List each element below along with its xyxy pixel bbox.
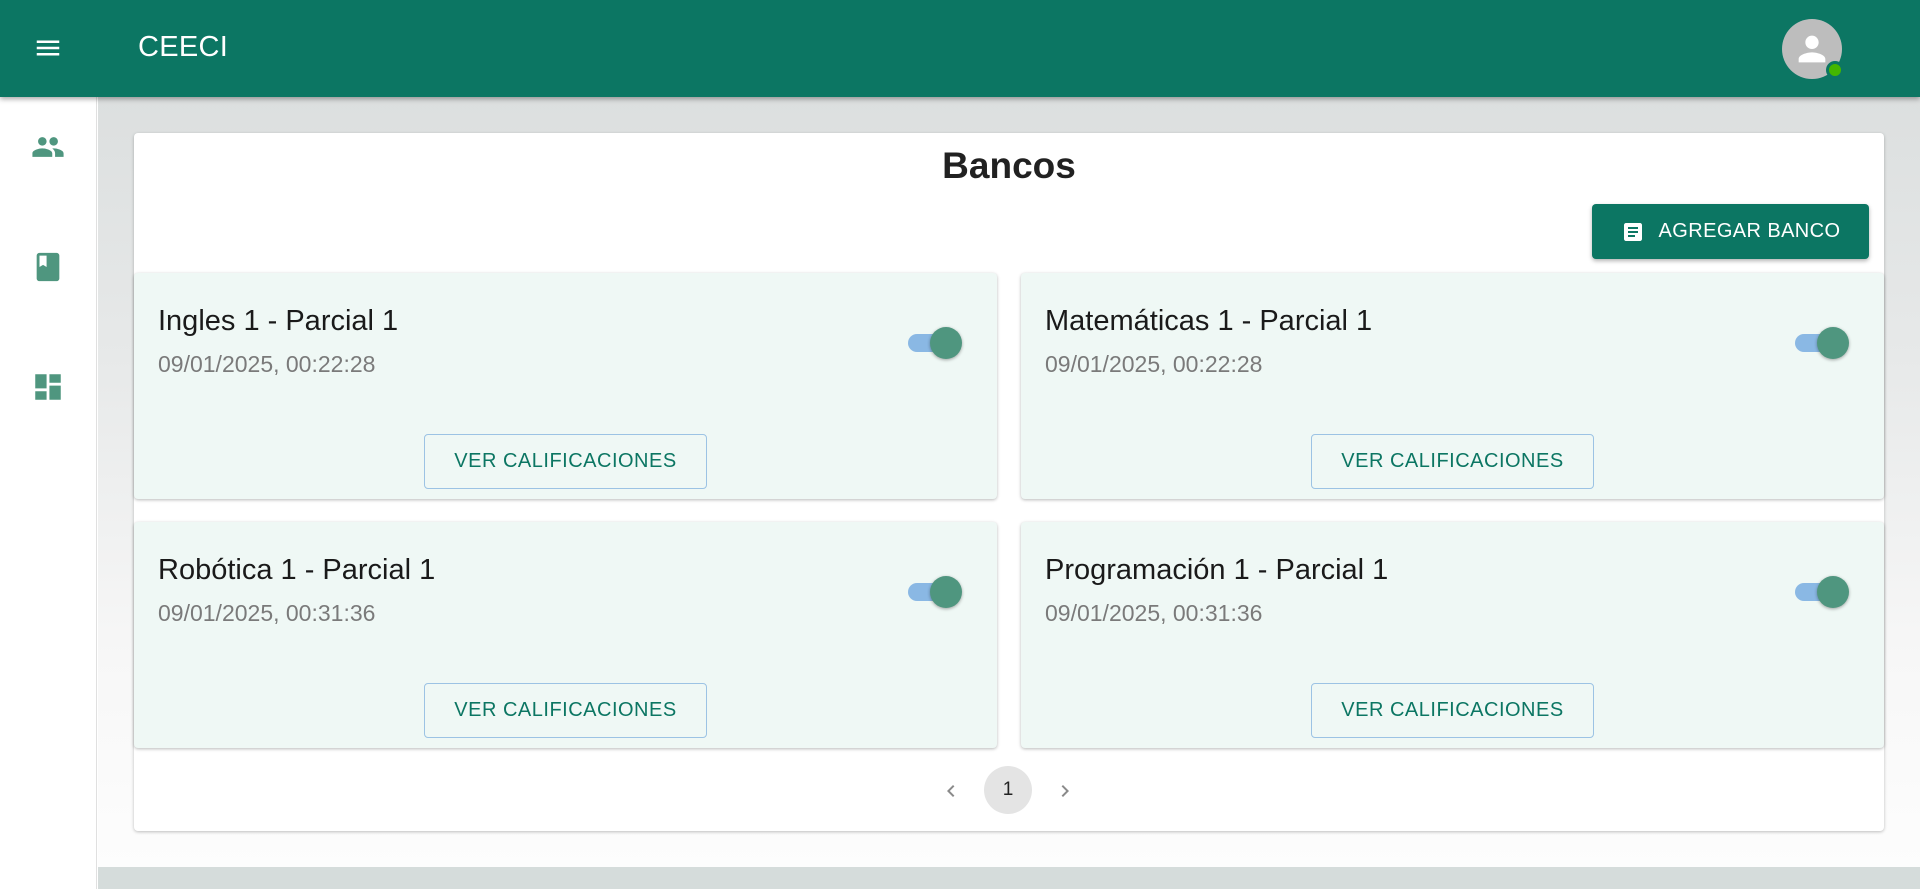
avatar[interactable]: [1782, 19, 1844, 79]
book-icon: [36, 252, 60, 282]
bank-toggle[interactable]: [1791, 325, 1849, 359]
add-bank-button[interactable]: AGREGAR BANCO: [1592, 204, 1869, 259]
bank-date: 09/01/2025, 00:22:28: [158, 351, 376, 377]
toggle-thumb: [930, 576, 962, 608]
bottom-strip: [98, 867, 1920, 889]
bank-card: Robótica 1 - Parcial 1 09/01/2025, 00:31…: [134, 522, 997, 748]
sidebar-item-dashboard[interactable]: [24, 363, 72, 411]
sidebar-item-banks[interactable]: [24, 243, 72, 291]
bank-name: Ingles 1 - Parcial 1: [158, 305, 399, 337]
chevron-left-icon: [947, 785, 955, 797]
document-icon: [1623, 222, 1642, 241]
bank-toggle[interactable]: [1791, 574, 1849, 608]
sidebar: [0, 97, 97, 889]
bank-card: Programación 1 - Parcial 1 09/01/2025, 0…: [1021, 522, 1884, 748]
person-icon: [1798, 35, 1826, 63]
people-icon: [32, 137, 64, 157]
banks-panel: Bancos AGREGAR BANCO Ingles 1 - Parcial …: [134, 133, 1884, 831]
bank-toggle[interactable]: [904, 574, 962, 608]
toggle-thumb: [1817, 327, 1849, 359]
view-grades-button[interactable]: VER CALIFICACIONES: [1311, 434, 1594, 489]
bank-name: Matemáticas 1 - Parcial 1: [1045, 305, 1373, 337]
online-status-dot: [1826, 61, 1844, 79]
page-title: Bancos: [942, 145, 1076, 186]
bank-card: Matemáticas 1 - Parcial 1 09/01/2025, 00…: [1021, 273, 1884, 499]
toggle-thumb: [930, 327, 962, 359]
chevron-right-icon: [1061, 785, 1069, 797]
app-bar: CEECI: [0, 0, 1920, 97]
dashboard-icon: [35, 374, 61, 400]
add-bank-label: AGREGAR BANCO: [1658, 220, 1841, 242]
view-grades-button[interactable]: VER CALIFICACIONES: [424, 683, 707, 738]
bank-date: 09/01/2025, 00:22:28: [1045, 351, 1263, 377]
app-title: CEECI: [138, 31, 229, 63]
bank-date: 09/01/2025, 00:31:36: [158, 600, 376, 626]
view-grades-button[interactable]: VER CALIFICACIONES: [1311, 683, 1594, 738]
next-page-button[interactable]: [1048, 774, 1082, 808]
bank-name: Robótica 1 - Parcial 1: [158, 554, 436, 586]
bank-name: Programación 1 - Parcial 1: [1045, 554, 1389, 586]
view-grades-button[interactable]: VER CALIFICACIONES: [424, 434, 707, 489]
toggle-thumb: [1817, 576, 1849, 608]
sidebar-item-users[interactable]: [24, 123, 72, 171]
page-1-button[interactable]: 1: [984, 766, 1032, 814]
menu-icon: [36, 40, 60, 56]
pagination: 1: [134, 766, 1884, 816]
bank-card: Ingles 1 - Parcial 1 09/01/2025, 00:22:2…: [134, 273, 997, 499]
previous-page-button[interactable]: [934, 774, 968, 808]
bank-toggle[interactable]: [904, 325, 962, 359]
bank-date: 09/01/2025, 00:31:36: [1045, 600, 1263, 626]
menu-button[interactable]: [24, 24, 72, 72]
